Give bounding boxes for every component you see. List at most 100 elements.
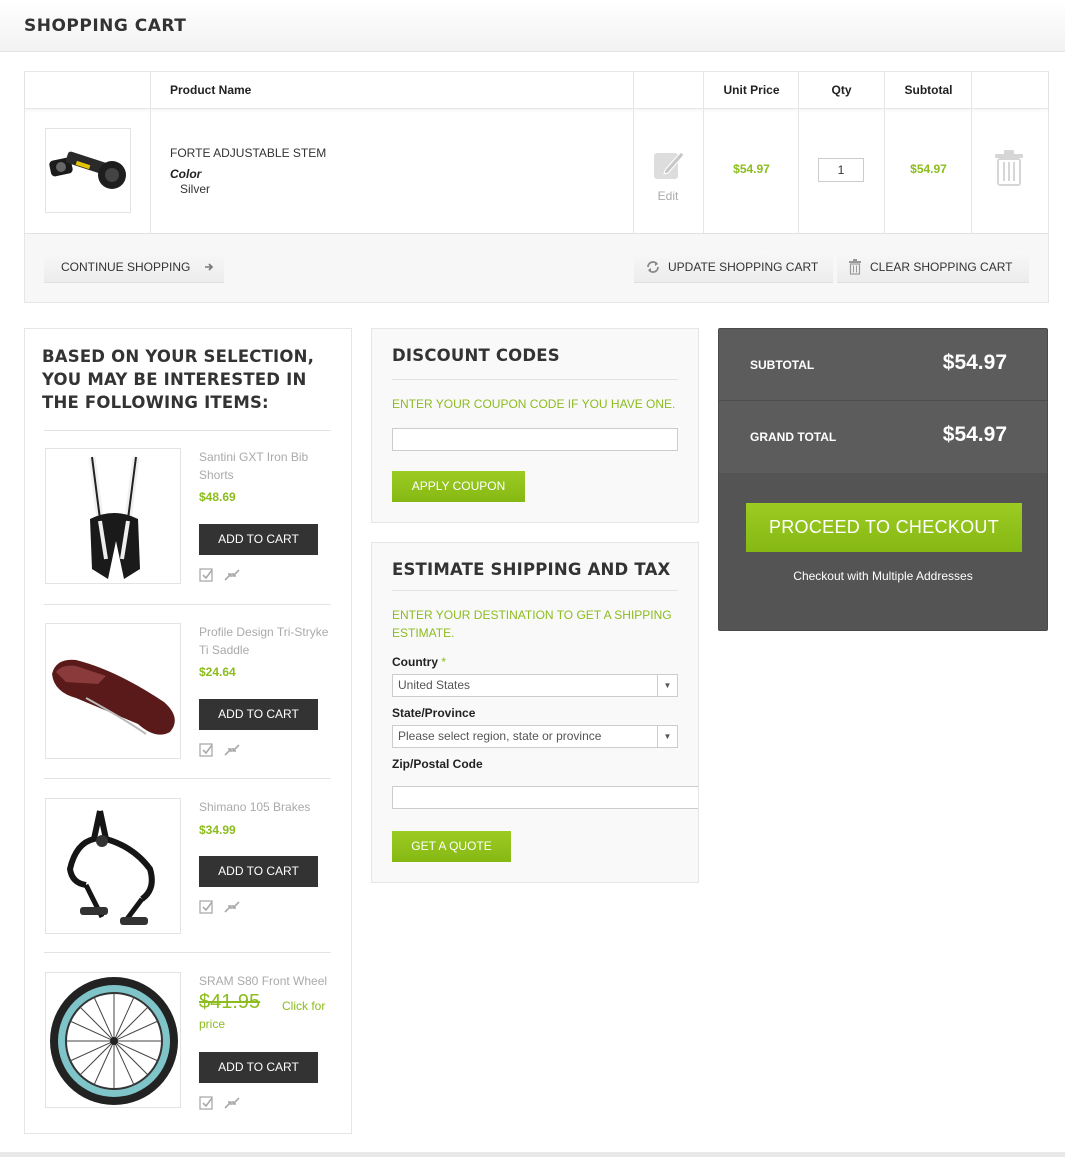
continue-shopping-label: CONTINUE SHOPPING [61,259,191,274]
country-select[interactable]: United States ▼ [392,674,678,697]
product-price: $24.64 [199,665,236,679]
refresh-icon [647,261,659,273]
apply-coupon-button[interactable]: APPLY COUPON [392,471,525,502]
wishlist-icon[interactable] [199,900,214,914]
product-image[interactable] [45,128,131,213]
page-title: SHOPPING CART [24,16,187,36]
cart-table: Product Name Unit Price Qty Subtotal FOR… [25,72,1048,234]
table-header: Product Name Unit Price Qty Subtotal [25,72,1048,109]
product-price: $34.99 [199,823,236,837]
divider [798,72,799,234]
row-subtotal: $54.97 [910,162,947,176]
divider [392,379,678,380]
proceed-to-checkout-button[interactable]: PROCEED TO CHECKOUT [746,503,1022,552]
divider [703,72,704,234]
wishlist-icon[interactable] [199,743,214,757]
continue-shopping-button[interactable]: CONTINUE SHOPPING [44,252,224,283]
option-label: Color [170,167,202,181]
item-actions [199,743,240,757]
divider [884,72,885,234]
crosssell-block: BASED ON YOUR SELECTION, YOU MAY BE INTE… [24,328,352,1134]
required-mark: * [441,655,447,669]
cart-totals: SUBTOTAL $54.97 GRAND TOTAL $54.97 PROCE… [718,328,1048,631]
col-unit-price: Unit Price [723,83,780,97]
trash-icon [849,259,861,275]
subtotal-value: $54.97 [942,351,1007,374]
product-name-link[interactable]: Profile Design Tri-Stryke Ti Saddle [199,623,339,659]
list-item: SRAM S80 Front Wheel $41.95 Click for pr… [45,972,345,1112]
page-header: SHOPPING CART [0,0,1065,52]
country-label-text: Country [392,655,438,669]
chevron-down-icon: ▼ [657,726,677,747]
divider [44,604,331,605]
add-to-cart-button[interactable]: ADD TO CART [199,1052,318,1083]
state-select[interactable]: Please select region, state or province … [392,725,678,748]
cart-table-container: Product Name Unit Price Qty Subtotal FOR… [24,71,1049,303]
add-to-cart-button[interactable]: ADD TO CART [199,524,318,555]
zip-input[interactable] [392,786,698,809]
item-actions [199,568,240,582]
divider [392,590,678,591]
divider [44,952,331,953]
add-to-cart-button[interactable]: ADD TO CART [199,856,318,887]
chevron-down-icon: ▼ [657,675,677,696]
grand-total-row: GRAND TOTAL $54.97 [719,401,1047,473]
wishlist-icon[interactable] [199,1096,214,1110]
option-value: Silver [180,182,211,196]
product-name-link[interactable]: FORTE ADJUSTABLE STEM [170,146,326,160]
trash-icon [995,150,1023,186]
update-cart-label: UPDATE SHOPPING CART [668,259,819,274]
discount-hint: ENTER YOUR COUPON CODE IF YOU HAVE ONE. [392,397,676,411]
multi-address-checkout-link[interactable]: Checkout with Multiple Addresses [719,569,1047,583]
col-qty: Qty [831,83,852,97]
shipping-hint: ENTER YOUR DESTINATION TO GET A SHIPPING… [392,608,672,640]
divider [971,72,972,234]
discount-title: DISCOUNT CODES [392,346,560,365]
add-to-cart-button[interactable]: ADD TO CART [199,699,318,730]
list-item: Santini GXT Iron Bib Shorts $48.69 ADD T… [45,448,345,588]
arrow-right-icon [205,263,214,271]
product-image[interactable] [45,448,181,584]
zip-label: Zip/Postal Code [392,757,483,771]
col-subtotal: Subtotal [904,83,953,97]
state-label: State/Province [392,706,476,720]
clear-cart-button[interactable]: CLEAR SHOPPING CART [837,252,1029,283]
qty-input[interactable] [818,158,864,182]
clear-cart-label: CLEAR SHOPPING CART [870,259,1013,274]
col-product-name: Product Name [170,83,252,97]
product-image[interactable] [45,798,181,934]
list-item: Shimano 105 Brakes $34.99 ADD TO CART [45,798,345,938]
shipping-panel: ESTIMATE SHIPPING AND TAX ENTER YOUR DES… [371,542,699,883]
compare-icon[interactable] [224,568,240,582]
compare-icon[interactable] [224,900,240,914]
update-cart-button[interactable]: UPDATE SHOPPING CART [634,252,833,283]
product-name-link[interactable]: SRAM S80 Front Wheel [199,972,339,990]
get-quote-button[interactable]: GET A QUOTE [392,831,511,862]
wishlist-icon[interactable] [199,568,214,582]
compare-icon[interactable] [224,743,240,757]
item-actions [199,900,240,914]
compare-icon[interactable] [224,1096,240,1110]
product-image[interactable] [45,972,181,1108]
remove-item-button[interactable] [993,150,1025,191]
edit-button[interactable]: Edit [633,148,703,203]
divider [150,72,151,234]
edit-icon [654,151,685,179]
state-select-value: Please select region, state or province [398,729,602,743]
discount-panel: DISCOUNT CODES ENTER YOUR COUPON CODE IF… [371,328,699,523]
divider [44,430,331,431]
crosssell-title: BASED ON YOUR SELECTION, YOU MAY BE INTE… [42,347,315,412]
grand-total-value: $54.97 [942,423,1007,446]
click-for-price-link[interactable]: Click for price [199,997,339,1033]
product-price: $48.69 [199,490,236,504]
country-label: Country * [392,655,446,669]
product-image[interactable] [45,623,181,759]
product-name-link[interactable]: Santini GXT Iron Bib Shorts [199,448,339,484]
unit-price: $54.97 [733,162,770,176]
divider [44,778,331,779]
coupon-code-input[interactable] [392,428,678,451]
shipping-title: ESTIMATE SHIPPING AND TAX [392,560,671,579]
edit-label: Edit [657,189,679,203]
product-name-link[interactable]: Shimano 105 Brakes [199,798,339,816]
page-bottom-edge [0,1152,1065,1157]
